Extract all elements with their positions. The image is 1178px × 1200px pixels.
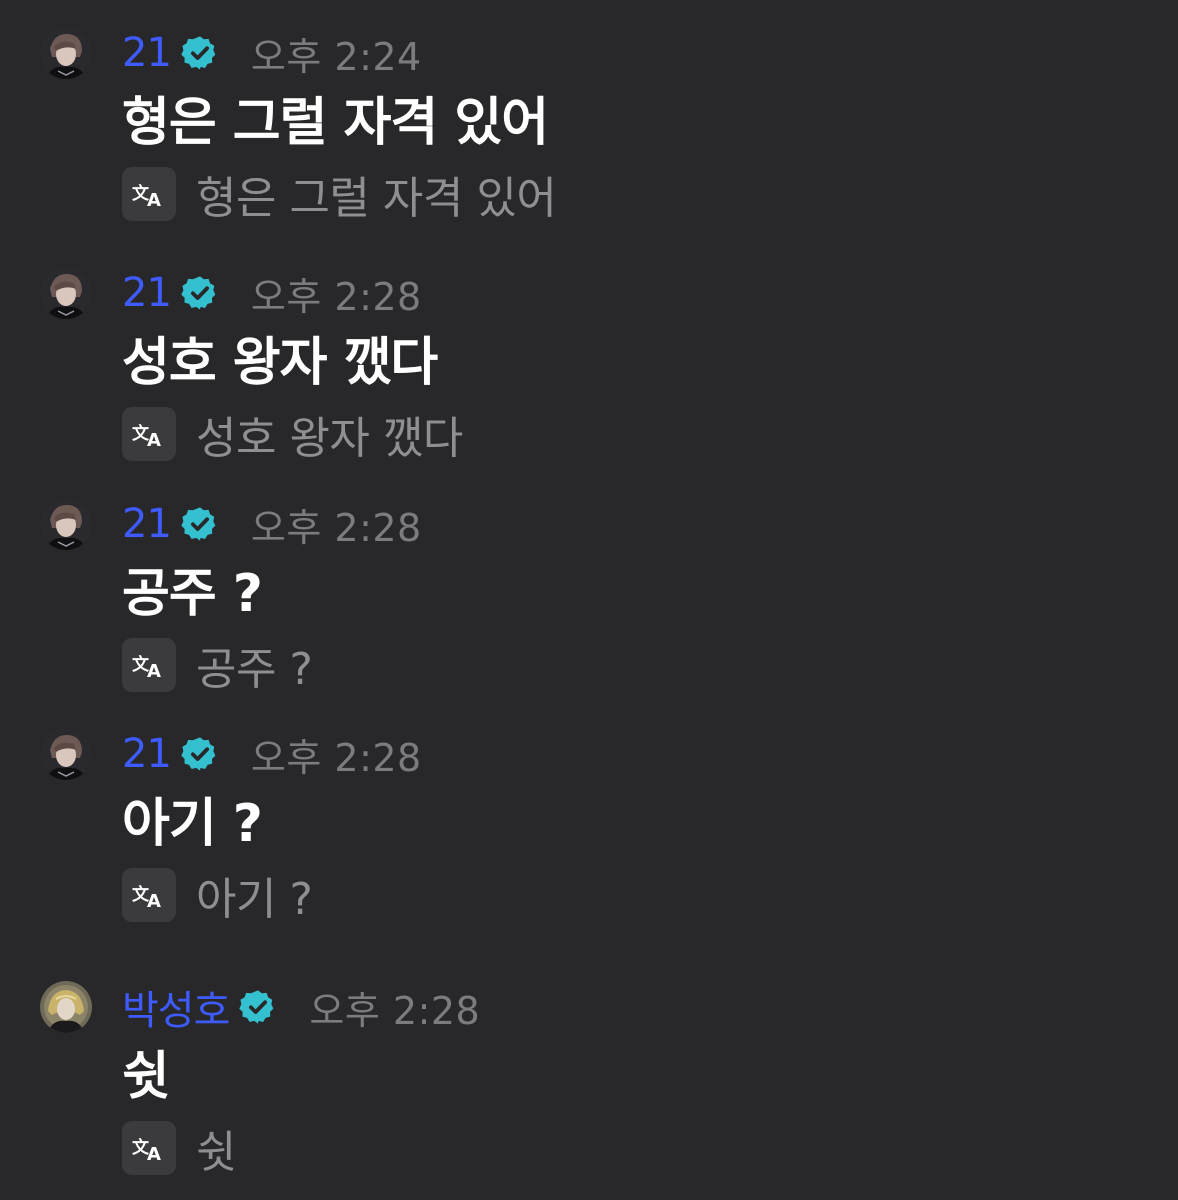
avatar[interactable] bbox=[40, 728, 92, 780]
avatar[interactable] bbox=[40, 27, 92, 79]
avatar-image bbox=[40, 27, 92, 79]
svg-text:A: A bbox=[147, 190, 161, 209]
message-header: 21 오후 2:28 bbox=[122, 728, 422, 780]
message-timestamp: 오후 2:28 bbox=[250, 505, 422, 550]
translate-icon: 文 A bbox=[132, 183, 161, 209]
translation-text: 쉿 bbox=[196, 1127, 236, 1178]
translation-text: 형은 그럴 자격 있어 bbox=[196, 173, 557, 224]
message-timestamp: 오후 2:28 bbox=[309, 988, 481, 1033]
translation-row: 文 A 쉿 bbox=[122, 1121, 236, 1178]
message-header: 21 오후 2:28 bbox=[122, 498, 422, 550]
message-timestamp: 오후 2:24 bbox=[250, 34, 422, 79]
svg-text:A: A bbox=[147, 891, 161, 910]
avatar[interactable] bbox=[40, 267, 92, 319]
translate-button[interactable]: 文 A bbox=[122, 638, 176, 692]
verified-badge-icon bbox=[181, 34, 219, 72]
translate-button[interactable]: 文 A bbox=[122, 1121, 176, 1175]
translation-row: 文 A 아기 ? bbox=[122, 868, 313, 925]
avatar[interactable] bbox=[40, 981, 92, 1033]
translate-icon: 文 A bbox=[132, 1137, 161, 1163]
translation-text: 아기 ? bbox=[196, 874, 313, 925]
avatar-image bbox=[40, 267, 92, 319]
avatar-image bbox=[40, 498, 92, 550]
verified-badge-icon bbox=[181, 274, 219, 312]
avatar[interactable] bbox=[40, 498, 92, 550]
avatar-image bbox=[40, 728, 92, 780]
message-header: 21 오후 2:24 bbox=[122, 27, 422, 79]
verified-badge-icon bbox=[239, 988, 277, 1026]
message-timestamp: 오후 2:28 bbox=[250, 274, 422, 319]
translate-button[interactable]: 文 A bbox=[122, 407, 176, 461]
translate-icon: 文 A bbox=[132, 423, 161, 449]
message-text: 형은 그럴 자격 있어 bbox=[122, 93, 549, 153]
verified-badge-icon bbox=[181, 735, 219, 773]
sender-name[interactable]: 21 bbox=[122, 30, 172, 76]
sender-name[interactable]: 21 bbox=[122, 270, 172, 316]
sender-name[interactable]: 박성호 bbox=[122, 978, 230, 1036]
message-text: 쉿 bbox=[122, 1047, 170, 1107]
svg-text:A: A bbox=[147, 661, 161, 680]
translation-row: 文 A 성호 왕자 깼다 bbox=[122, 407, 463, 464]
translation-text: 공주 ? bbox=[196, 644, 313, 695]
translation-row: 文 A 형은 그럴 자격 있어 bbox=[122, 167, 557, 224]
translation-text: 성호 왕자 깼다 bbox=[196, 413, 463, 464]
message-text: 아기 ? bbox=[122, 794, 263, 854]
translation-row: 文 A 공주 ? bbox=[122, 638, 313, 695]
translate-icon: 文 A bbox=[132, 654, 161, 680]
svg-text:A: A bbox=[147, 1144, 161, 1163]
verified-badge-icon bbox=[181, 505, 219, 543]
message-timestamp: 오후 2:28 bbox=[250, 735, 422, 780]
sender-name[interactable]: 21 bbox=[122, 731, 172, 777]
svg-text:A: A bbox=[147, 430, 161, 449]
message-text: 공주 ? bbox=[122, 564, 263, 624]
message-header: 박성호 오후 2:28 bbox=[122, 978, 481, 1036]
message-header: 21 오후 2:28 bbox=[122, 267, 422, 319]
message-text: 성호 왕자 깼다 bbox=[122, 333, 438, 393]
translate-icon: 文 A bbox=[132, 884, 161, 910]
sender-name[interactable]: 21 bbox=[122, 501, 172, 547]
translate-button[interactable]: 文 A bbox=[122, 167, 176, 221]
avatar-image bbox=[40, 981, 92, 1033]
translate-button[interactable]: 文 A bbox=[122, 868, 176, 922]
